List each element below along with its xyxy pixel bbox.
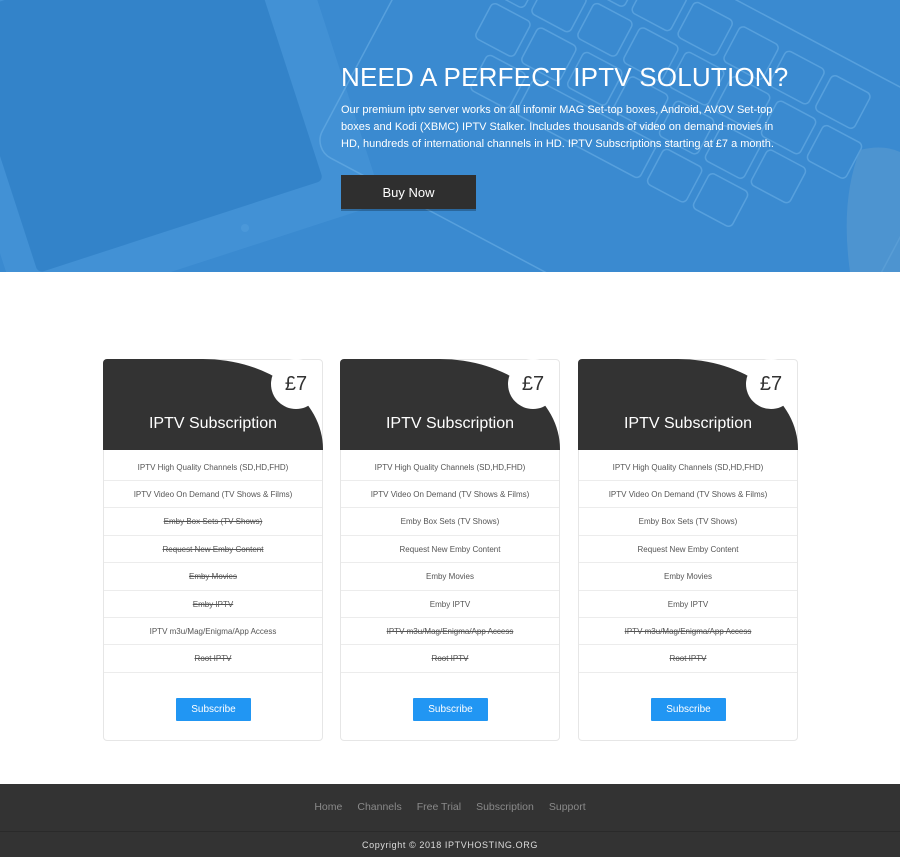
feature-row: Request New Emby Content (579, 536, 797, 564)
feature-label: IPTV High Quality Channels (SD,HD,FHD) (612, 462, 764, 472)
footer: Home Channels Free Trial Subscription Su… (0, 784, 900, 857)
feature-label: Emby IPTV (429, 599, 471, 609)
copyright-text: Copyright © 2018 IPTVHOSTING.ORG (362, 840, 538, 850)
feature-row: Emby IPTV (579, 591, 797, 618)
footer-link-support[interactable]: Support (549, 801, 586, 813)
footer-link-channels[interactable]: Channels (357, 801, 401, 813)
feature-row: IPTV Video On Demand (TV Shows & Films) (341, 481, 559, 509)
feature-label: Emby Movies (663, 572, 712, 582)
feature-row: Emby Box Sets (TV Shows) (104, 509, 322, 536)
price-badge: £7 (271, 359, 321, 409)
feature-row: Emby Movies (579, 564, 797, 591)
feature-label: Root IPTV (669, 654, 707, 664)
feature-row: Root IPTV (579, 646, 797, 673)
feature-row: IPTV m3u/Mag/Enigma/App Access (104, 618, 322, 646)
footer-divider (0, 831, 900, 832)
footer-nav: Home Channels Free Trial Subscription Su… (0, 801, 900, 813)
subscribe-button[interactable]: Subscribe (176, 698, 251, 721)
feature-row: IPTV High Quality Channels (SD,HD,FHD) (579, 454, 797, 481)
feature-row: Emby IPTV (104, 591, 322, 618)
feature-label: Emby IPTV (667, 599, 709, 609)
feature-label: IPTV Video On Demand (TV Shows & Films) (608, 489, 768, 499)
feature-row: IPTV Video On Demand (TV Shows & Films) (104, 481, 322, 509)
feature-row: Request New Emby Content (104, 536, 322, 564)
feature-label: Emby IPTV (192, 599, 234, 609)
feature-row: Emby Movies (341, 564, 559, 591)
feature-label: IPTV Video On Demand (TV Shows & Films) (370, 489, 530, 499)
feature-row: IPTV High Quality Channels (SD,HD,FHD) (104, 454, 322, 481)
feature-row: IPTV Video On Demand (TV Shows & Films) (579, 481, 797, 509)
feature-label: IPTV m3u/Mag/Enigma/App Access (624, 626, 752, 636)
feature-row: Root IPTV (104, 646, 322, 673)
feature-row: IPTV m3u/Mag/Enigma/App Access (579, 618, 797, 646)
pricing-card-header: £7 IPTV Subscription (103, 359, 323, 450)
plan-title: IPTV Subscription (148, 415, 278, 432)
pricing-card: £7 IPTV Subscription IPTV High Quality Cha… (340, 359, 560, 741)
pricing-card: £7 IPTV Subscription IPTV High Quality Cha… (578, 359, 798, 741)
plan-title: IPTV Subscription (385, 415, 515, 432)
feature-label: IPTV m3u/Mag/Enigma/App Access (386, 626, 514, 636)
feature-label: Request New Emby Content (399, 544, 501, 554)
feature-label: IPTV m3u/Mag/Enigma/App Access (149, 626, 277, 636)
feature-row: IPTV m3u/Mag/Enigma/App Access (341, 618, 559, 646)
feature-label: IPTV High Quality Channels (SD,HD,FHD) (374, 462, 526, 472)
hero-title: NEED A PERFECT IPTV SOLUTION? (341, 62, 789, 92)
feature-row: Emby Box Sets (TV Shows) (341, 509, 559, 536)
price-badge: £7 (508, 359, 558, 409)
pricing-card-header: £7 IPTV Subscription (340, 359, 560, 450)
feature-label: Emby Movies (188, 572, 237, 582)
subscribe-button[interactable]: Subscribe (413, 698, 488, 721)
feature-row: Emby Movies (104, 564, 322, 591)
feature-label: Request New Emby Content (162, 544, 264, 554)
feature-row: Emby IPTV (341, 591, 559, 618)
price-badge: £7 (746, 359, 796, 409)
feature-label: Root IPTV (431, 654, 469, 664)
feature-label: Emby Box Sets (TV Shows) (400, 517, 500, 527)
feature-label: IPTV High Quality Channels (SD,HD,FHD) (137, 462, 289, 472)
footer-link-free-trial[interactable]: Free Trial (417, 801, 461, 813)
plan-title: IPTV Subscription (623, 415, 753, 432)
feature-label: Emby Box Sets (TV Shows) (638, 517, 738, 527)
feature-row: IPTV High Quality Channels (SD,HD,FHD) (341, 454, 559, 481)
feature-label: IPTV Video On Demand (TV Shows & Films) (133, 489, 293, 499)
feature-row: Emby Box Sets (TV Shows) (579, 509, 797, 536)
buy-now-button[interactable]: Buy Now (341, 175, 476, 209)
pricing-card: £7 IPTV Subscription IPTV High Quality Cha… (103, 359, 323, 741)
footer-link-subscription[interactable]: Subscription (476, 801, 534, 813)
feature-label: Emby Box Sets (TV Shows) (163, 517, 263, 527)
feature-row: Root IPTV (341, 646, 559, 673)
subscribe-button[interactable]: Subscribe (651, 698, 726, 721)
hero-description: Our premium iptv server works on all inf… (341, 104, 774, 150)
feature-label: Root IPTV (194, 654, 232, 664)
footer-link-home[interactable]: Home (314, 801, 342, 813)
pricing-card-header: £7 IPTV Subscription (578, 359, 798, 450)
feature-label: Emby Movies (425, 572, 474, 582)
feature-label: Request New Emby Content (637, 544, 739, 554)
hero-banner: NEED A PERFECT IPTV SOLUTION? Our premiu… (0, 0, 900, 272)
feature-row: Request New Emby Content (341, 536, 559, 564)
